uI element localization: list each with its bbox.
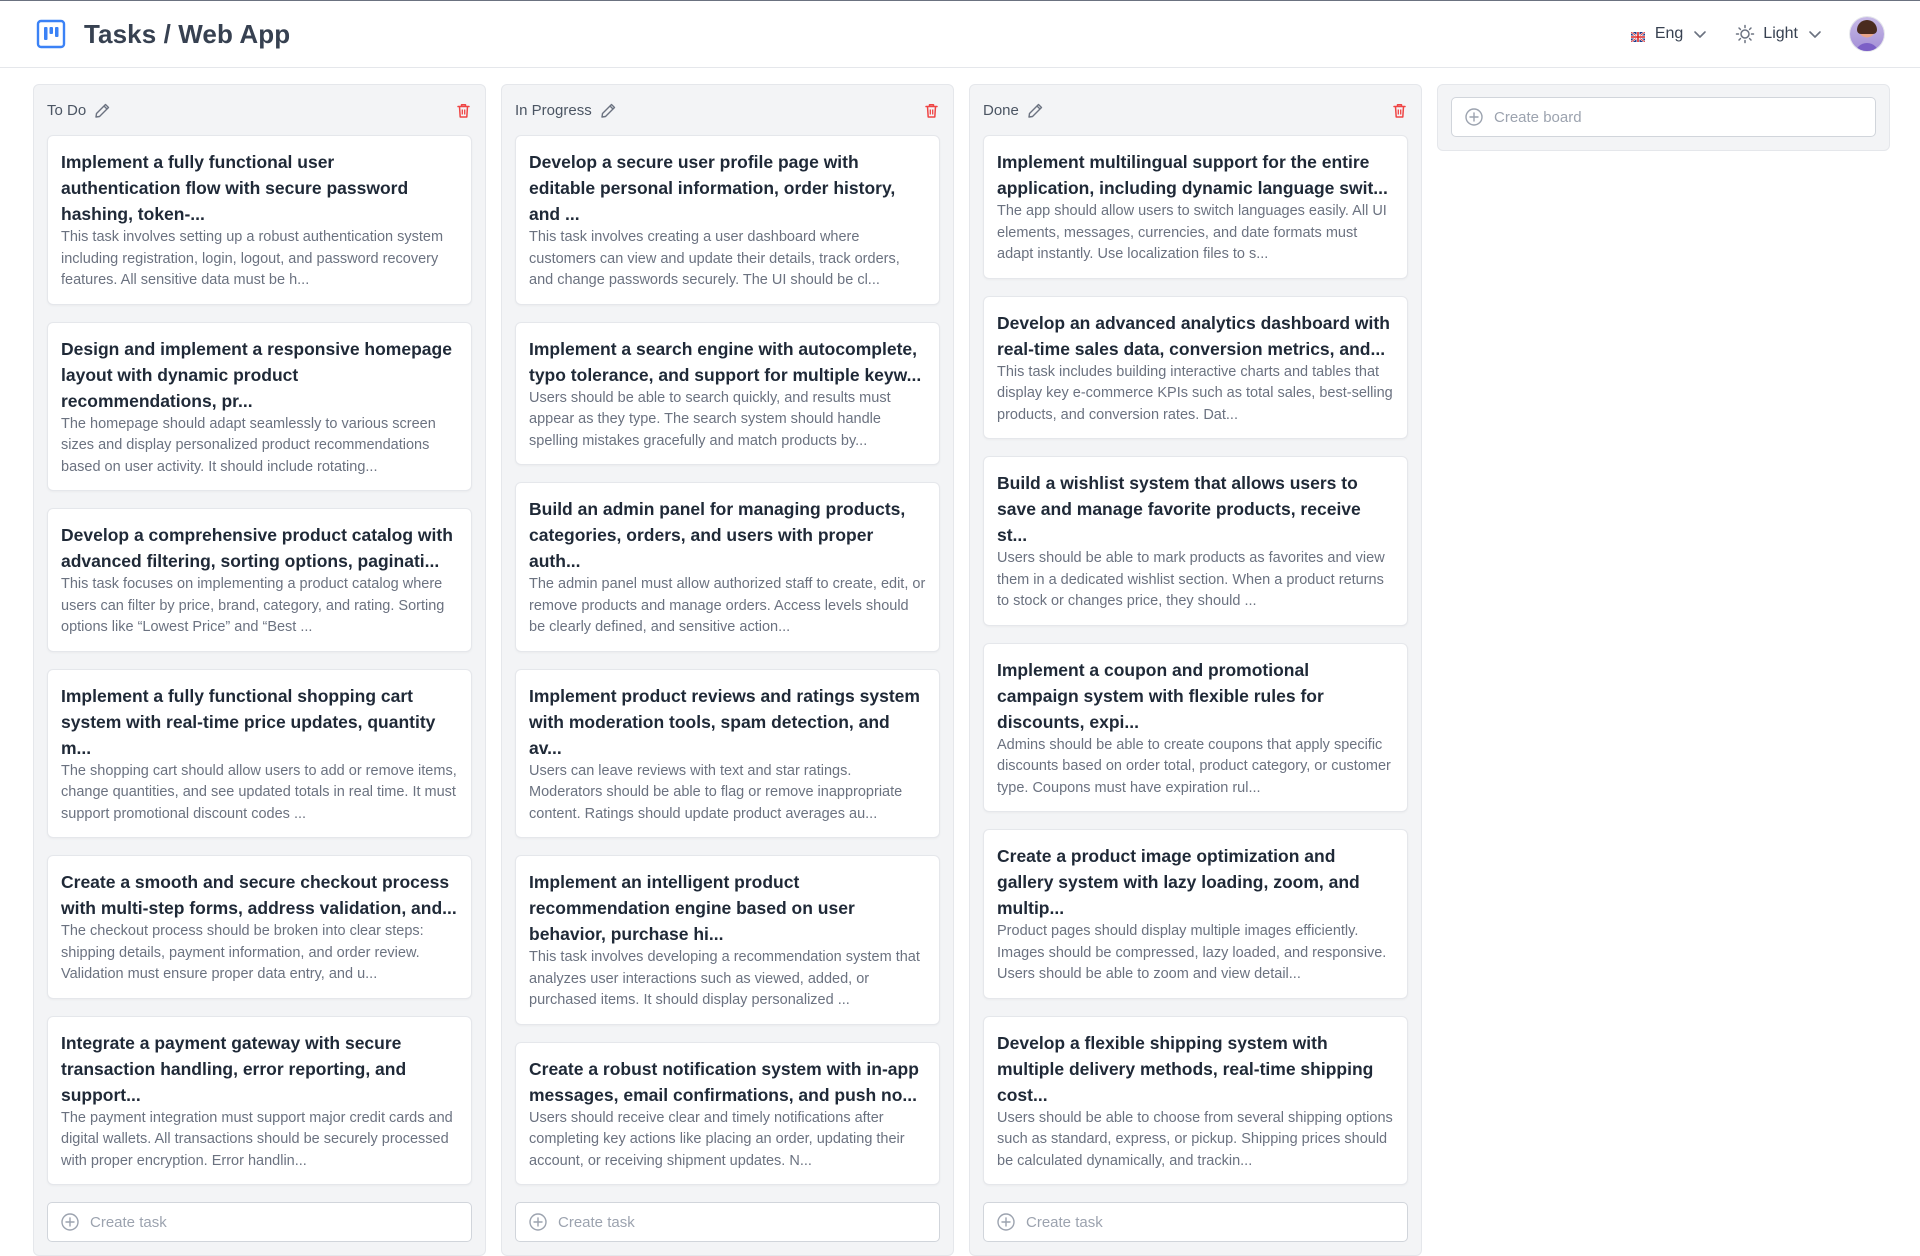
task-title: Implement a search engine with autocompl… [529,338,922,385]
kanban-logo-icon[interactable] [36,19,66,49]
create-task-button[interactable]: Create task [983,1202,1408,1242]
header-controls: Eng Light [1630,17,1884,51]
task-card[interactable]: Build an admin panel for managing produc… [515,482,940,652]
task-description: This task includes building interactive … [997,363,1393,423]
task-description: The payment integration must support maj… [61,1109,453,1169]
task-card[interactable]: Develop a comprehensive product catalog … [47,508,472,652]
task-card[interactable]: Integrate a payment gateway with secure … [47,1015,472,1185]
task-title: Implement product reviews and ratings sy… [529,685,920,758]
column-header: Done [983,85,1408,135]
task-description: The app should allow users to switch lan… [997,203,1387,262]
task-description: Users should be able to choose from seve… [997,1109,1393,1169]
task-title: Develop a comprehensive product catalog … [61,525,453,571]
task-description: Users should be able to search quickly, … [529,389,891,449]
chevron-down-icon [1808,27,1822,41]
task-card[interactable]: Implement product reviews and ratings sy… [515,668,940,838]
task-title: Implement a coupon and promotional campa… [997,659,1324,732]
column-title: To Do [47,101,87,119]
task-card[interactable]: Create a smooth and secure checkout proc… [47,855,472,999]
task-description: The homepage should adapt seamlessly to … [61,415,436,475]
trash-icon[interactable] [455,102,472,119]
chevron-down-icon [1693,27,1707,41]
task-description: Product pages should display multiple im… [997,923,1387,982]
plus-circle-icon [1464,107,1484,127]
uk-flag-icon [1630,29,1646,43]
language-label: Eng [1654,25,1684,42]
task-card[interactable]: Implement an intelligent product recomme… [515,855,940,1025]
create-task-label: Create task [558,1213,635,1231]
task-card[interactable]: Implement a search engine with autocompl… [515,321,940,465]
task-description: This task involves setting up a robust a… [61,229,444,288]
task-title: Integrate a payment gateway with secure … [61,1032,407,1105]
pencil-icon[interactable] [600,102,617,119]
task-card[interactable]: Develop a secure user profile page with … [515,135,940,305]
task-title: Implement an intelligent product recomme… [529,872,855,944]
column-header: In Progress [515,85,940,135]
page-title: Tasks / Web App [84,18,291,49]
task-card[interactable]: Implement a fully functional user authen… [47,135,472,305]
create-task-label: Create task [90,1213,167,1231]
top-bar: Tasks / Web App Eng Light [0,1,1920,68]
column-title: In Progress [515,101,592,119]
plus-circle-icon [60,1212,80,1232]
trash-icon[interactable] [1391,102,1408,119]
task-card[interactable]: Develop a flexible shipping system with … [983,1015,1408,1185]
task-title: Develop an advanced analytics dashboard … [997,312,1390,359]
task-card[interactable]: Implement a coupon and promotional campa… [983,642,1408,812]
task-title: Develop a flexible shipping system with … [997,1032,1374,1105]
create-task-label: Create task [1026,1213,1103,1231]
sun-icon [1735,24,1755,44]
task-description: Users should receive clear and timely no… [529,1109,905,1169]
user-avatar[interactable] [1850,17,1884,51]
task-title: Implement a fully functional user authen… [61,152,409,224]
task-description: The shopping cart should allow users to … [61,762,457,822]
plus-circle-icon [528,1212,548,1232]
task-description: Users should be able to mark products as… [997,550,1385,609]
column-to-do: To Do Implement a fully functional user … [33,84,486,1256]
create-board-button[interactable]: Create board [1451,97,1876,137]
create-board-label: Create board [1494,108,1582,126]
task-card[interactable]: Create a product image optimization and … [983,829,1408,999]
task-description: The checkout process should be broken in… [61,923,424,982]
task-title: Create a robust notification system with… [529,1058,919,1105]
theme-select[interactable]: Light [1735,24,1822,44]
task-description: This task focuses on implementing a prod… [61,576,445,635]
pencil-icon[interactable] [94,102,111,119]
task-description: The admin panel must allow authorized st… [529,576,926,635]
pencil-icon[interactable] [1027,102,1044,119]
task-title: Build a wishlist system that allows user… [997,473,1361,545]
task-title: Create a smooth and secure checkout proc… [61,872,457,918]
task-description: Admins should be able to create coupons … [997,736,1391,796]
task-title: Develop a secure user profile page with … [529,152,896,224]
column-done: Done Implement multilingual support for … [969,84,1422,1256]
task-title: Design and implement a responsive homepa… [61,338,452,411]
column-title: Done [983,101,1019,119]
task-description: Users can leave reviews with text and st… [529,762,903,822]
create-board-column: Create board [1437,84,1890,151]
column-in-progress: In Progress Develop a secure user profil… [501,84,954,1256]
task-card[interactable]: Develop an advanced analytics dashboard … [983,295,1408,439]
task-card[interactable]: Create a robust notification system with… [515,1041,940,1185]
task-card[interactable]: Implement a fully functional shopping ca… [47,668,472,838]
task-title: Create a product image optimization and … [997,846,1360,918]
task-description: This task involves creating a user dashb… [529,229,900,288]
task-card[interactable]: Design and implement a responsive homepa… [47,321,472,491]
task-card[interactable]: Implement multilingual support for the e… [983,135,1408,279]
create-task-button[interactable]: Create task [515,1202,940,1242]
theme-label: Light [1763,25,1798,42]
task-title: Implement multilingual support for the e… [997,152,1388,198]
language-select[interactable]: Eng [1630,25,1707,43]
task-description: This task involves developing a recommen… [529,949,920,1008]
plus-circle-icon [996,1212,1016,1232]
task-card[interactable]: Build a wishlist system that allows user… [983,456,1408,626]
kanban-board: To Do Implement a fully functional user … [33,84,1890,1256]
column-header: To Do [47,85,472,135]
trash-icon[interactable] [923,102,940,119]
task-title: Implement a fully functional shopping ca… [61,685,436,758]
create-task-button[interactable]: Create task [47,1202,472,1242]
task-title: Build an admin panel for managing produc… [529,499,906,571]
